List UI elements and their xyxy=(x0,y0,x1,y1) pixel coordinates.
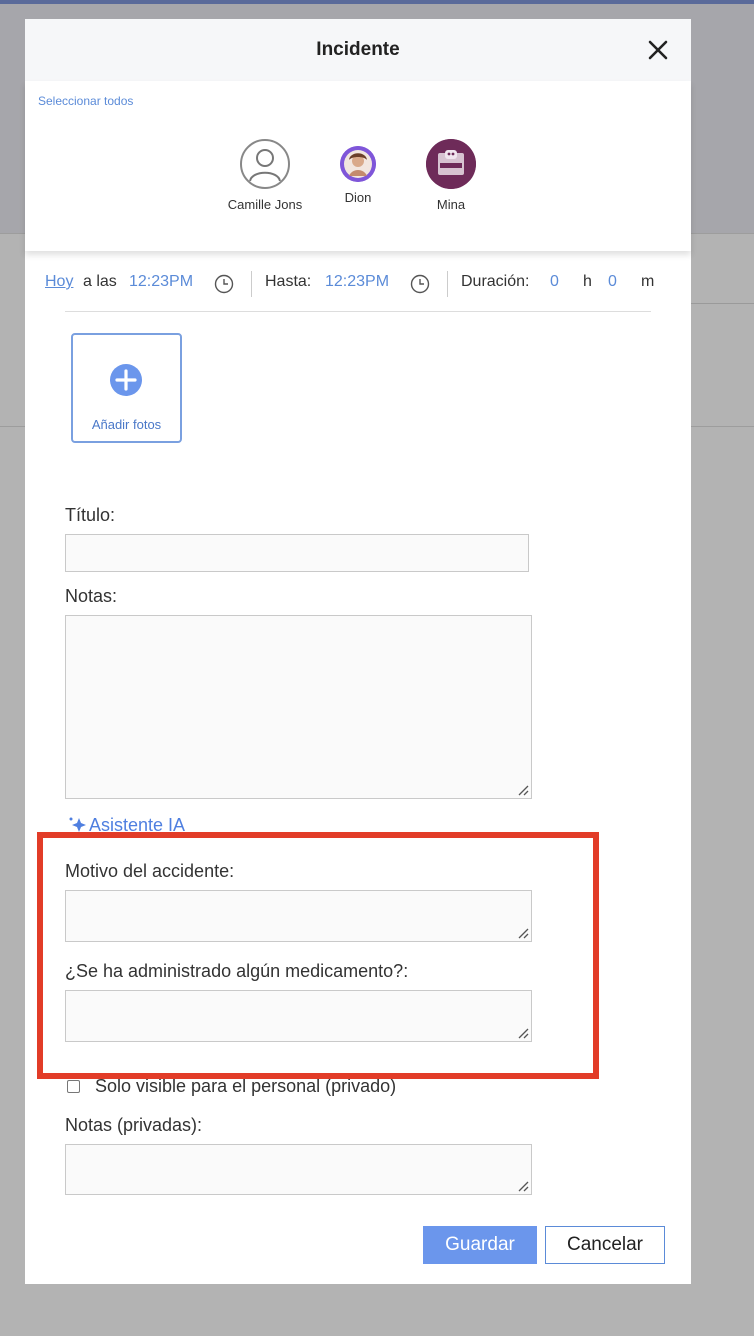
divider xyxy=(447,271,448,297)
incident-dialog: Incidente Seleccionar todos Camille Jons xyxy=(25,19,691,1284)
resize-grip-icon[interactable] xyxy=(517,1180,529,1192)
add-photos-label: Añadir fotos xyxy=(91,417,162,432)
plus-circle-icon xyxy=(110,364,142,396)
person-name: Dion xyxy=(344,190,372,205)
clock-icon[interactable] xyxy=(214,274,234,294)
person-camille[interactable]: Camille Jons xyxy=(220,139,310,212)
private-notes-label: Notas (privadas): xyxy=(65,1115,203,1135)
dialog-title: Incidente xyxy=(316,39,400,60)
hours-unit: h xyxy=(583,273,592,290)
background-divider xyxy=(690,303,754,304)
duration-label: Duración: xyxy=(461,273,530,290)
at-label: a las xyxy=(83,273,117,290)
private-checkbox-label: Solo visible para el personal (privado) xyxy=(95,1076,397,1096)
title-label: Título: xyxy=(65,505,116,525)
person-name: Camille Jons xyxy=(227,197,303,212)
cancel-button[interactable]: Cancelar xyxy=(545,1226,665,1264)
divider xyxy=(251,271,252,297)
resize-grip-icon[interactable] xyxy=(517,784,529,796)
sparkle-icon xyxy=(69,817,86,832)
start-time[interactable]: 12:23PM xyxy=(129,273,193,291)
select-all-link[interactable]: Seleccionar todos xyxy=(38,94,133,108)
person-dion[interactable]: Dion xyxy=(313,139,403,205)
clock-icon[interactable] xyxy=(410,274,430,294)
highlight-box xyxy=(37,832,599,1079)
time-row: Hoy a las 12:23PM Hasta: 12:23PM Duració… xyxy=(45,271,685,297)
avatar xyxy=(340,146,376,182)
save-button[interactable]: Guardar xyxy=(423,1226,537,1264)
title-input[interactable] xyxy=(65,534,529,572)
add-photos-button[interactable]: Añadir fotos xyxy=(71,333,182,443)
person-name: Mina xyxy=(436,197,466,212)
people-selector: Seleccionar todos Camille Jons Dion Mina xyxy=(25,81,691,251)
duration-hours[interactable]: 0 xyxy=(550,273,559,291)
day-link[interactable]: Hoy xyxy=(45,273,73,291)
avatar xyxy=(426,139,476,189)
duration-minutes[interactable]: 0 xyxy=(608,273,617,291)
person-mina[interactable]: Mina xyxy=(406,139,496,212)
dialog-header: Incidente xyxy=(25,19,691,81)
close-icon[interactable] xyxy=(643,35,673,65)
minutes-unit: m xyxy=(641,273,655,290)
until-label: Hasta: xyxy=(265,273,312,290)
private-notes-textarea[interactable] xyxy=(65,1144,532,1195)
end-time[interactable]: 12:23PM xyxy=(325,273,389,291)
user-outline-icon xyxy=(240,139,290,189)
private-checkbox[interactable] xyxy=(67,1080,80,1093)
divider xyxy=(65,311,651,312)
notes-label: Notas: xyxy=(65,586,118,606)
notes-textarea[interactable] xyxy=(65,615,532,799)
